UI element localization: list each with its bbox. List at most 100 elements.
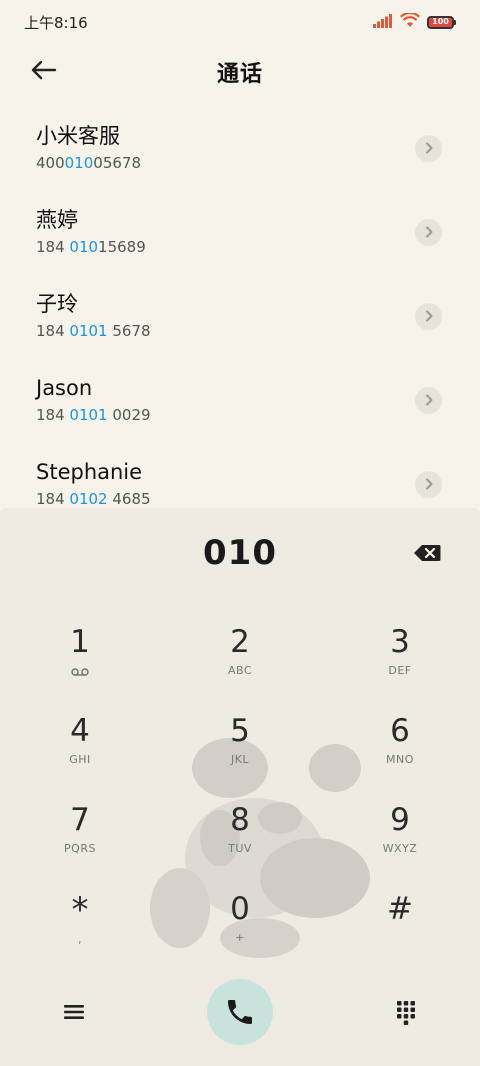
key-letters: , <box>78 933 82 946</box>
key-7[interactable]: 7 PQRS <box>0 796 160 885</box>
contact-name: Stephanie <box>36 460 143 484</box>
contact-detail-button[interactable] <box>415 302 442 330</box>
key-0[interactable]: 0 + <box>160 885 320 974</box>
key-letters: ABC <box>227 664 253 677</box>
key-letters: WXYZ <box>382 842 418 855</box>
key-digit: 9 <box>390 802 410 838</box>
backspace-icon <box>414 545 441 561</box>
contact-detail-button[interactable] <box>415 386 442 414</box>
number-part: 4685 <box>107 490 151 508</box>
key-8[interactable]: 8 TUV <box>160 796 320 885</box>
contact-number: 184 0101 0029 <box>36 404 151 426</box>
key-digit: 8 <box>230 802 250 838</box>
contact-item[interactable]: 小米客服 40001005678 <box>0 106 480 190</box>
dial-number-input[interactable] <box>110 533 370 573</box>
battery-icon: 100 <box>427 15 456 29</box>
chevron-right-icon <box>425 226 432 238</box>
key-2[interactable]: 2 ABC <box>160 618 320 707</box>
page-title: 通话 <box>216 62 263 87</box>
key-digit: 4 <box>70 713 90 749</box>
contact-name: 子玲 <box>36 292 78 316</box>
key-digit: 5 <box>230 713 250 749</box>
key-digit: * <box>71 890 89 930</box>
keypad-toggle-button[interactable] <box>392 998 420 1026</box>
contact-item[interactable]: Stephanie 184 0102 4685 <box>0 442 480 508</box>
header: 通话 <box>0 44 480 100</box>
key-letters: TUV <box>228 842 252 855</box>
bottom-action-bar <box>0 978 480 1046</box>
key-digit: 3 <box>390 624 410 660</box>
contact-item[interactable]: Jason 184 0101 0029 <box>0 358 480 442</box>
key-6[interactable]: 6 MNO <box>320 707 480 796</box>
dial-input-display <box>0 530 480 576</box>
number-part: 0029 <box>107 406 151 424</box>
key-letters: MNO <box>386 753 414 766</box>
contact-number: 184 0101 5678 <box>36 320 151 342</box>
contact-number: 184 0102 4685 <box>36 488 151 508</box>
contact-item[interactable]: 燕婷 184 01015689 <box>0 190 480 274</box>
contact-item[interactable]: 子玲 184 0101 5678 <box>0 274 480 358</box>
contact-detail-button[interactable] <box>415 470 442 498</box>
signal-icon <box>373 13 393 32</box>
key-star[interactable]: * , <box>0 885 160 974</box>
key-letters: DEF <box>388 664 412 677</box>
key-digit: 1 <box>70 624 90 660</box>
status-icons: 100 <box>373 11 456 32</box>
number-match-highlight: 010 <box>64 154 94 172</box>
menu-icon <box>64 1005 84 1019</box>
status-bar: 上午8:16 100 <box>0 0 480 44</box>
key-3[interactable]: 3 DEF <box>320 618 480 707</box>
keypad-grid: 1 2 ABC 3 DEF 4 GHI 5 JKL 6 MNO 7 PQRS 8… <box>0 618 480 974</box>
dialpad-panel: 1 2 ABC 3 DEF 4 GHI 5 JKL 6 MNO 7 PQRS <box>0 508 480 1066</box>
key-letters: PQRS <box>64 842 96 855</box>
number-part: 5678 <box>107 322 151 340</box>
key-digit: 7 <box>70 802 90 838</box>
number-match-highlight: 0101 <box>69 406 108 424</box>
key-1[interactable]: 1 <box>0 618 160 707</box>
number-match-highlight: 0101 <box>69 322 108 340</box>
key-letters: GHI <box>69 753 91 766</box>
menu-button[interactable] <box>60 998 88 1026</box>
back-button[interactable] <box>22 56 66 88</box>
key-digit: 0 <box>230 891 250 927</box>
battery-level: 100 <box>432 17 449 26</box>
contact-suggestion-list: 小米客服 40001005678 燕婷 184 01015689 子玲 184 … <box>0 106 480 508</box>
key-digit: 2 <box>230 624 250 660</box>
contact-text: Stephanie 184 0102 4685 <box>36 458 151 508</box>
number-part: 15689 <box>98 238 146 256</box>
key-5[interactable]: 5 JKL <box>160 707 320 796</box>
back-arrow-icon <box>31 60 57 84</box>
number-part: 184 <box>36 322 70 340</box>
number-match-highlight: 0102 <box>69 490 108 508</box>
key-digit: 6 <box>390 713 410 749</box>
dialpad-icon <box>397 1001 415 1025</box>
contact-number: 184 01015689 <box>36 236 146 258</box>
chevron-right-icon <box>425 478 432 490</box>
chevron-right-icon <box>425 142 432 154</box>
number-part: 05678 <box>93 154 141 172</box>
key-hash[interactable]: # <box>320 885 480 974</box>
contact-name: Jason <box>36 376 93 400</box>
delete-button[interactable] <box>412 542 442 564</box>
contact-text: 燕婷 184 01015689 <box>36 206 146 258</box>
key-9[interactable]: 9 WXYZ <box>320 796 480 885</box>
contact-text: 小米客服 40001005678 <box>36 122 141 174</box>
key-letters: + <box>235 931 245 944</box>
chevron-right-icon <box>425 310 432 322</box>
key-digit: # <box>387 891 413 927</box>
contact-name: 小米客服 <box>36 124 120 148</box>
contact-number: 40001005678 <box>36 152 141 174</box>
key-letters: JKL <box>230 753 250 766</box>
number-part: 184 <box>36 490 70 508</box>
call-button[interactable] <box>207 979 273 1045</box>
wifi-icon <box>400 11 420 32</box>
contact-detail-button[interactable] <box>415 134 442 162</box>
voicemail-icon <box>71 662 89 681</box>
contact-text: Jason 184 0101 0029 <box>36 374 151 426</box>
number-part: 184 <box>36 238 70 256</box>
chevron-right-icon <box>425 394 432 406</box>
contact-name: 燕婷 <box>36 208 78 232</box>
key-4[interactable]: 4 GHI <box>0 707 160 796</box>
number-match-highlight: 010 <box>69 238 99 256</box>
contact-detail-button[interactable] <box>415 218 442 246</box>
